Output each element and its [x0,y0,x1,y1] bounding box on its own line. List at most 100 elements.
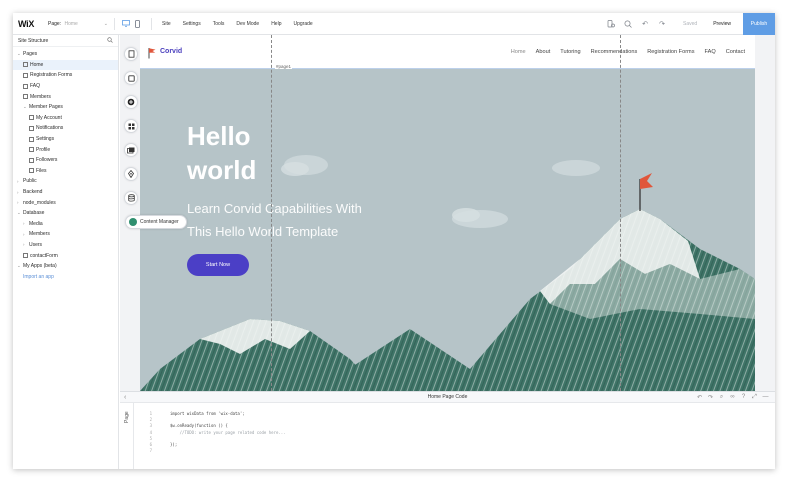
blog-icon[interactable] [124,167,138,181]
code-line[interactable]: //TODO: write your page related code her… [170,430,286,436]
hero-subtitle-line-2: This Hello World Template [187,224,339,239]
undo-icon[interactable]: ↶ [694,394,705,401]
menu-help[interactable]: Help [271,21,281,27]
desktop-icon[interactable] [121,19,130,28]
tree-item[interactable]: Files [13,166,118,177]
page-selector[interactable]: Page: Home ⌄ [48,21,108,27]
page-icon [23,253,28,259]
code-panel-header[interactable]: ‹ Home Page Code ↶ ↷ ⌕ ∞ ? ⤢ — [120,391,775,403]
start-now-button[interactable]: Start Now [187,254,249,276]
tree-item[interactable]: › Public [13,176,118,187]
tree-item[interactable]: › Users [13,240,118,251]
content-manager-tooltip[interactable]: Content Manager [125,215,187,229]
publish-button[interactable]: Publish [743,13,775,35]
mobile-icon[interactable] [133,19,142,28]
tree-item[interactable]: ⌄ Database [13,208,118,219]
redo-icon[interactable]: ↷ [655,17,669,31]
tree-item[interactable]: Members [13,91,118,102]
tree-item[interactable]: › node_modules [13,197,118,208]
site-header[interactable]: Corvid Home About Tutoring Recommendatio… [140,35,755,69]
tree-item[interactable]: ⌄ My Apps (beta) [13,261,118,272]
site-structure-title: Site Structure [18,37,49,44]
mobile-friendly-icon[interactable] [604,17,618,31]
site-structure-panel: Site Structure ⌄ Pages Home Registration Fo… [13,35,119,469]
divider [151,17,152,30]
tree-item[interactable]: Import an app [13,271,118,282]
editor-canvas[interactable]: Corvid Home About Tutoring Recommendatio… [120,35,775,391]
nav-about[interactable]: About [536,49,551,55]
site-tree: ⌄ Pages Home Registration Forms FAQ Members ⌄ M… [13,47,118,282]
nav-contact[interactable]: Contact [726,49,745,55]
tree-item[interactable]: Profile [13,144,118,155]
tree-item[interactable]: My Account [13,113,118,124]
site-structure-header: Site Structure [13,35,118,47]
site-nav: Home About Tutoring Recommendations Regi… [511,35,755,69]
page-icon [23,83,28,89]
help-icon[interactable]: ? [738,394,749,401]
site-page[interactable]: Corvid Home About Tutoring Recommendatio… [140,35,755,391]
hero-title[interactable]: Hello world [187,119,256,187]
nav-registration-forms[interactable]: Registration Forms [647,49,694,55]
search-icon[interactable] [107,36,113,45]
tree-item[interactable]: Notifications [13,123,118,134]
redo-icon[interactable]: ↷ [705,394,716,401]
tree-item[interactable]: ⌄ Member Pages [13,102,118,113]
tree-item-label: Home [30,61,44,68]
page-icon [29,125,34,131]
editor-window: WiX Page: Home ⌄ Site Settings Tools Dev… [13,13,775,469]
expand-icon[interactable]: ⤢ [749,394,760,401]
tree-item-label: Members [29,231,50,238]
tree-item-label: Import an app [23,273,54,280]
menu-settings[interactable]: Settings [183,21,201,27]
nav-recommendations[interactable]: Recommendations [591,49,638,55]
tree-item-label: Followers [36,157,58,164]
tree-item-label: Notifications [36,125,64,132]
flag-icon [147,46,157,58]
code-editor[interactable]: Page 1234567 import wixData from 'wix-da… [120,403,775,469]
pages-icon[interactable] [124,47,138,61]
link-icon[interactable]: ∞ [727,394,738,401]
background-icon[interactable] [124,71,138,85]
code-line[interactable] [170,448,286,454]
page-icon [29,115,34,121]
tree-item[interactable]: contactForm [13,250,118,261]
topbar-actions: ↶ ↷ Saved Preview Publish [601,13,775,35]
apps-icon[interactable] [124,119,138,133]
menu-tools[interactable]: Tools [213,21,225,27]
media-icon[interactable] [124,143,138,157]
tree-item-label: Members [30,93,51,100]
menu-site[interactable]: Site [162,21,171,27]
tree-item[interactable]: Home [13,59,118,71]
site-brand[interactable]: Corvid [147,46,182,58]
tree-item[interactable]: Registration Forms [13,70,118,81]
database-icon[interactable] [124,191,138,205]
tree-item[interactable]: › Backend [13,187,118,198]
tree-item[interactable]: Followers [13,155,118,166]
tree-item-label: Settings [36,136,55,143]
nav-tutoring[interactable]: Tutoring [560,49,580,55]
page-selector-label: Page: [48,20,62,27]
hero-section[interactable]: Hello world Learn Corvid Capabilities Wi… [140,69,755,391]
tree-item[interactable]: › Members [13,229,118,240]
nav-faq[interactable]: FAQ [705,49,716,55]
page-code-tab[interactable]: Page [120,403,134,469]
undo-icon[interactable]: ↶ [638,17,652,31]
add-icon[interactable] [124,95,138,109]
menu-dev-mode[interactable]: Dev Mode [236,21,259,27]
tree-item[interactable]: FAQ [13,81,118,92]
preview-button[interactable]: Preview [713,21,731,27]
tree-item[interactable]: › Media [13,219,118,230]
content-manager-icon [129,218,137,226]
tree-item[interactable]: ⌄ Pages [13,49,118,60]
nav-home[interactable]: Home [511,49,526,55]
menu-upgrade[interactable]: Upgrade [293,21,312,27]
search-icon[interactable]: ⌕ [716,394,727,401]
zoom-icon[interactable] [621,17,635,31]
minimize-icon[interactable]: — [760,394,771,401]
hero-title-line-2: world [187,155,257,185]
code-text[interactable]: import wixData from 'wix-data'; $w.onRea… [170,411,286,454]
tree-item-label: My Account [36,114,62,121]
tree-item-label: Profile [36,146,51,153]
tree-item[interactable]: Settings [13,134,118,145]
hero-subtitle[interactable]: Learn Corvid Capabilities With This Hell… [187,197,362,243]
